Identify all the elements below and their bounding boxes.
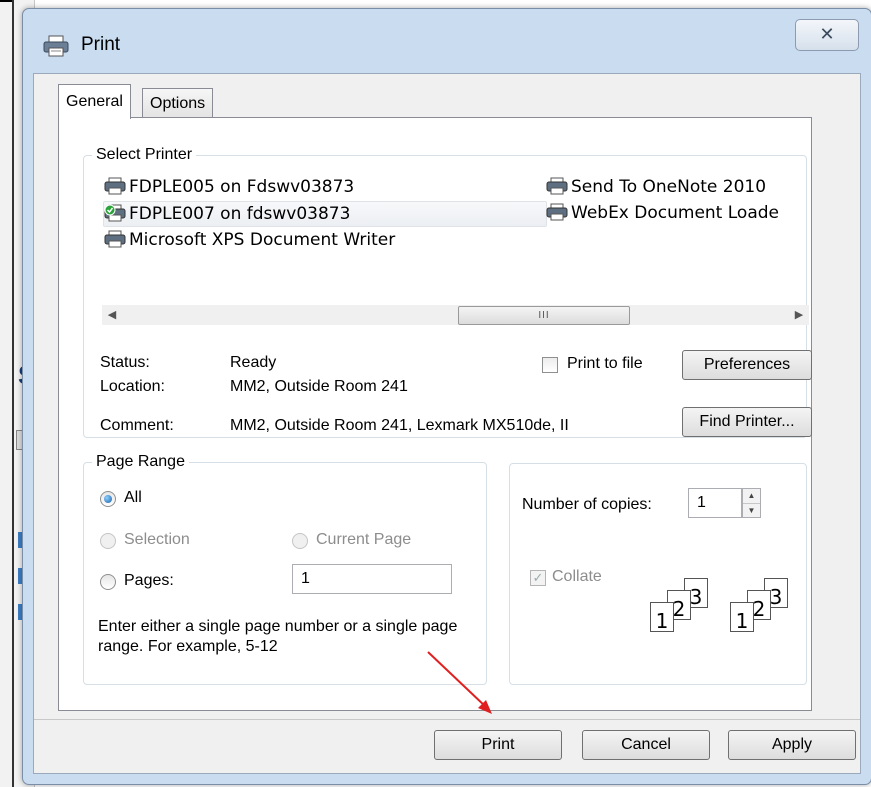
printer-item-webex[interactable]: WebEx Document Loade [546,201,779,225]
printer-name: Send To OneNote 2010 [571,177,767,197]
printer-icon [546,203,568,221]
pages-input[interactable]: 1 [292,564,452,594]
printer-item-onenote[interactable]: Send To OneNote 2010 [546,175,766,199]
spin-up-icon[interactable]: ▲ [743,489,760,504]
select-printer-legend: Select Printer [96,146,193,163]
general-tab-panel: Select Printer FDPLE005 on Fdswv03873 FD… [58,117,812,711]
comment-label: Comment: [100,417,174,434]
pages-radio[interactable] [100,574,116,590]
all-pages-label: All [124,489,142,506]
all-pages-radio[interactable] [100,491,116,507]
selection-label: Selection [124,531,190,548]
dialog-title: Print [81,34,121,55]
close-icon: ✕ [819,24,835,44]
printer-icon [104,230,126,248]
scroll-left-icon[interactable]: ◀ [102,305,122,325]
location-label: Location: [100,378,165,395]
apply-button[interactable]: Apply [728,730,856,760]
dialog-client-area: General Options Select Printer FDPLE005 … [33,73,861,774]
printer-name: WebEx Document Loade [571,203,779,223]
current-page-label: Current Page [316,531,412,548]
spin-down-icon[interactable]: ▼ [743,504,760,518]
printer-name: Microsoft XPS Document Writer [129,230,396,250]
print-to-file-checkbox[interactable] [542,357,558,373]
collate-checkbox[interactable]: ✓ [530,570,546,586]
status-label: Status: [100,354,150,371]
comment-value: MM2, Outside Room 241, Lexmark MX510de, … [230,417,569,434]
page-sheet: 1 [650,602,674,633]
printer-icon [104,177,126,195]
select-printer-group: Select Printer FDPLE005 on Fdswv03873 FD… [83,146,812,438]
print-button[interactable]: Print [434,730,562,760]
collate-pages-icon: 3 2 1 [730,578,800,638]
status-value: Ready [230,354,277,371]
preferences-button[interactable]: Preferences [682,350,812,380]
printer-item-fdple007[interactable]: FDPLE007 on fdswv03873 [103,201,547,227]
cancel-button[interactable]: Cancel [582,730,710,760]
button-row-divider [34,719,860,720]
location-value: MM2, Outside Room 241 [230,378,408,395]
find-printer-button[interactable]: Find Printer... [682,407,812,437]
title-bar[interactable]: Print ✕ [23,9,871,67]
print-to-file-label: Print to file [567,355,643,372]
current-page-radio[interactable] [292,533,308,549]
close-button[interactable]: ✕ [795,19,859,51]
printer-list-scrollbar[interactable]: ◀ III ▶ [102,305,809,325]
pages-label: Pages: [124,572,174,589]
printer-item-xps[interactable]: Microsoft XPS Document Writer [104,228,395,252]
collate-pages-icon: 3 2 1 [650,578,720,638]
default-printer-icon [104,204,126,222]
collate-label: Collate [552,568,602,585]
page-range-group: Page Range All Selection Current Page Pa… [83,453,487,685]
printer-name: FDPLE005 on Fdswv03873 [129,177,355,197]
number-of-copies-label: Number of copies: [522,496,652,513]
copies-group: Number of copies: 1 ▲ ▼ ✓ Collate 3 2 1 … [509,463,807,685]
printer-name: FDPLE007 on fdswv03873 [129,204,351,224]
scroll-thumb[interactable]: III [458,306,630,325]
tab-general[interactable]: General [58,84,131,119]
scroll-right-icon[interactable]: ▶ [789,305,809,325]
tab-options[interactable]: Options [142,88,214,119]
print-dialog: Print ✕ General Options Select Printer F… [22,8,871,785]
printer-icon [43,35,69,57]
copies-spinner[interactable]: ▲ ▼ [742,488,761,518]
page-sheet: 1 [730,602,754,633]
selection-radio[interactable] [100,533,116,549]
page-range-legend: Page Range [96,453,185,470]
printer-icon [546,177,568,195]
number-of-copies-input[interactable]: 1 [688,488,742,518]
printer-item-fdple005[interactable]: FDPLE005 on Fdswv03873 [104,175,354,199]
page-range-help-text: Enter either a single page number or a s… [98,618,458,655]
background-divider [12,0,14,787]
